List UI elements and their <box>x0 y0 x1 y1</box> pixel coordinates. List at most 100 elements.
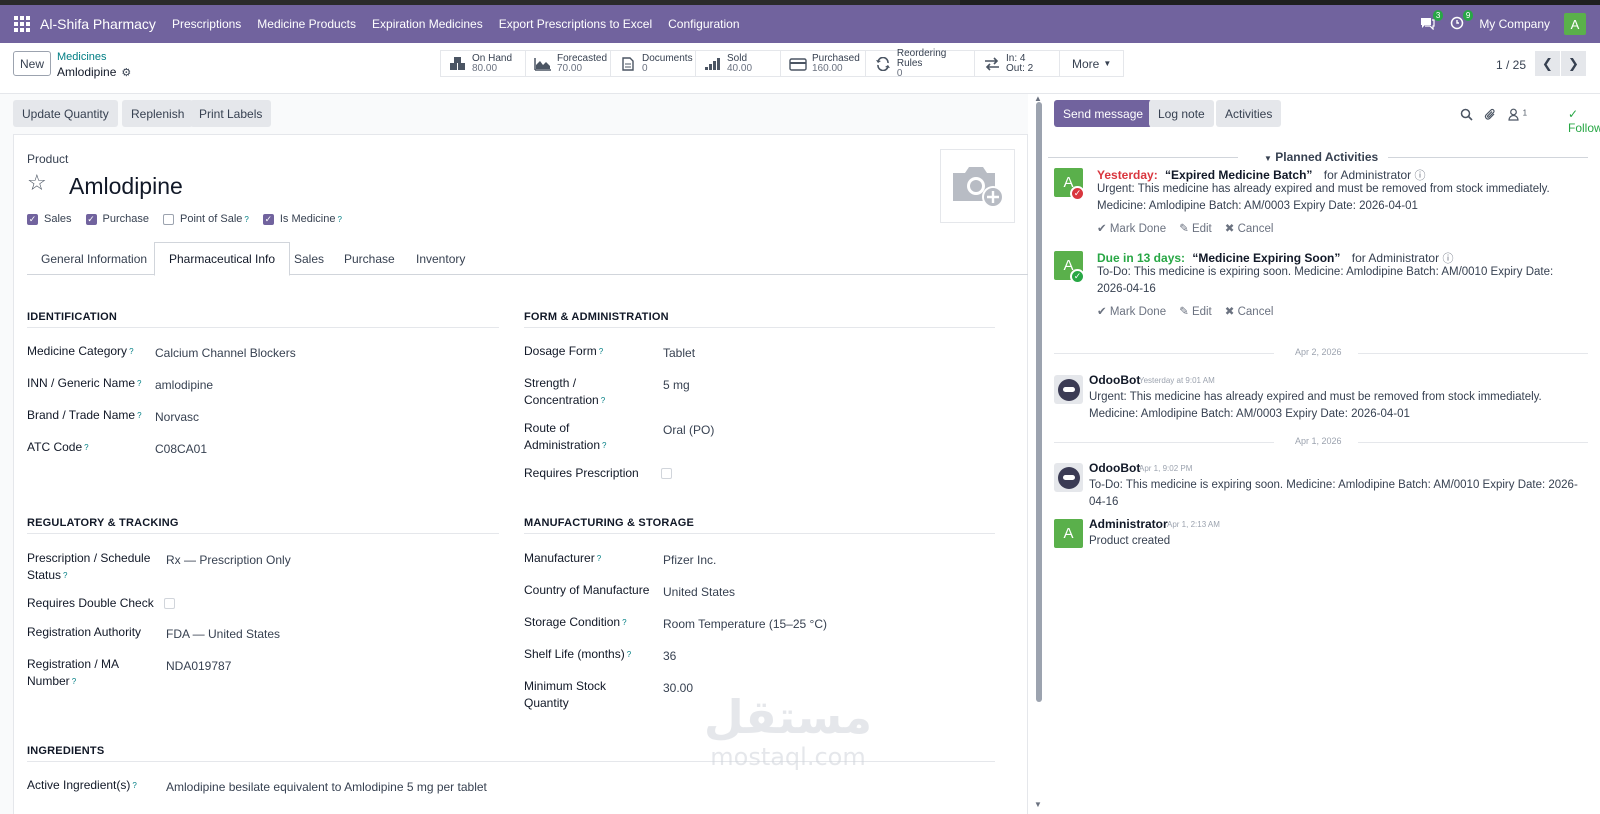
activities-button[interactable]: Activities <box>1216 100 1282 127</box>
checkbox-requires-prescription[interactable] <box>661 468 672 479</box>
odoobot-avatar <box>1054 375 1083 404</box>
checkbox-unchecked-icon <box>163 213 175 225</box>
planned-activities-header[interactable]: ▼ Planned Activities <box>1048 150 1588 164</box>
smart-button-forecasted[interactable]: Forecasted 70.00 <box>526 51 611 76</box>
breadcrumb-parent[interactable]: Medicines <box>57 51 107 63</box>
camera-plus-icon <box>952 167 1004 208</box>
odoobot-avatar <box>1054 463 1083 492</box>
smart-button-documents[interactable]: Documents 0 <box>611 51 696 76</box>
pager-next-button[interactable]: ❯ <box>1561 51 1586 76</box>
check-icon: ✓ <box>1568 107 1579 121</box>
menu-export-prescriptions[interactable]: Export Prescriptions to Excel <box>499 17 652 31</box>
smart-button-sold[interactable]: Sold 40.00 <box>696 51 781 76</box>
pager-value[interactable]: 1 / 25 <box>1496 58 1526 72</box>
activity-actions: ✔ Mark Done ✎ Edit ✖ Cancel <box>1097 304 1273 318</box>
reordering-rules-value: 0 <box>896 67 903 79</box>
checkbox-double-check[interactable] <box>164 598 175 609</box>
field-brand-name[interactable]: Norvasc <box>155 409 199 426</box>
field-label-active-ingredients: Active Ingredient(s)? <box>27 778 137 792</box>
log-note-button[interactable]: Log note <box>1149 100 1214 127</box>
update-quantity-button[interactable]: Update Quantity <box>13 100 118 127</box>
apps-menu-icon[interactable] <box>14 16 30 32</box>
checkbox-sales[interactable]: ✓ Sales <box>27 213 72 225</box>
favorite-star-icon[interactable]: ☆ <box>27 170 47 196</box>
field-medicine-category[interactable]: Calcium Channel Blockers <box>155 345 296 362</box>
app-name[interactable]: Al-Shifa Pharmacy <box>40 16 156 32</box>
menu-medicine-products[interactable]: Medicine Products <box>257 17 356 31</box>
help-icon[interactable]: ? <box>337 215 341 224</box>
tab-general-information[interactable]: General Information <box>27 242 161 275</box>
field-manufacturer[interactable]: Pfizer Inc. <box>663 552 716 569</box>
gear-icon[interactable]: ⚙ <box>121 66 131 79</box>
message-author[interactable]: OdooBot <box>1089 461 1140 475</box>
form-scrollbar[interactable] <box>1036 102 1042 702</box>
field-atc-code[interactable]: C08CA01 <box>155 441 207 458</box>
field-registration-authority[interactable]: FDA — United States <box>166 626 280 643</box>
company-switcher[interactable]: My Company <box>1479 17 1550 31</box>
product-image-placeholder[interactable] <box>940 149 1015 223</box>
tab-inventory[interactable]: Inventory <box>402 242 479 275</box>
edit-link[interactable]: ✎ Edit <box>1179 221 1212 235</box>
field-generic-name[interactable]: amlodipine <box>155 377 213 394</box>
checkbox-checked-icon: ✓ <box>27 213 38 225</box>
scroll-down-icon[interactable]: ▼ <box>1034 800 1042 809</box>
cubes-icon <box>449 56 467 71</box>
field-country[interactable]: United States <box>663 584 735 601</box>
field-dosage-form[interactable]: Tablet <box>663 345 695 362</box>
paperclip-icon[interactable] <box>1484 108 1497 124</box>
menu-configuration[interactable]: Configuration <box>668 17 739 31</box>
field-ma-number[interactable]: NDA019787 <box>166 658 231 675</box>
replenish-button[interactable]: Replenish <box>122 100 194 127</box>
checkbox-purchase-label: Purchase <box>102 213 150 225</box>
field-label-min-stock: Minimum Stock Quantity <box>524 679 607 710</box>
field-label-medicine-category: Medicine Category? <box>27 344 134 358</box>
field-label-brand-name: Brand / Trade Name? <box>27 408 142 422</box>
message-author[interactable]: Administrator <box>1089 517 1168 531</box>
smart-button-in-out[interactable]: In: 4 Out: 2 <box>975 51 1060 76</box>
field-storage-condition[interactable]: Room Temperature (15–25 °C) <box>663 616 827 633</box>
messages-icon[interactable]: 3 <box>1419 10 1444 32</box>
smart-button-purchased[interactable]: Purchased 160.00 <box>781 51 866 76</box>
field-shelf-life[interactable]: 36 <box>663 648 676 665</box>
tab-pharmaceutical-info[interactable]: Pharmaceutical Info <box>154 242 291 276</box>
product-name[interactable]: Amlodipine <box>69 173 183 200</box>
menu-prescriptions[interactable]: Prescriptions <box>172 17 241 31</box>
scroll-up-icon[interactable]: ▲ <box>1034 94 1042 103</box>
search-icon[interactable] <box>1460 108 1473 124</box>
more-label: More <box>1072 56 1100 71</box>
forecasted-label: Forecasted <box>557 52 608 64</box>
mostaql-watermark: مستقل mostaql.com <box>703 690 873 771</box>
send-message-button[interactable]: Send message <box>1054 100 1153 127</box>
smart-button-on-hand[interactable]: On Hand 80.00 <box>441 51 526 76</box>
edit-link[interactable]: ✎ Edit <box>1179 304 1212 318</box>
field-strength[interactable]: 5 mg <box>663 377 690 394</box>
user-avatar[interactable]: A <box>1564 13 1586 35</box>
tab-purchase[interactable]: Purchase <box>330 242 409 275</box>
checkbox-is-medicine[interactable]: ✓ Is Medicine? <box>262 213 342 225</box>
following-toggle[interactable]: ✓ Following <box>1568 107 1600 135</box>
followers-icon[interactable]: 1 <box>1508 108 1527 124</box>
mark-done-link[interactable]: ✔ Mark Done <box>1097 221 1166 235</box>
field-label-atc-code: ATC Code? <box>27 440 89 454</box>
credit-card-icon <box>789 57 807 71</box>
activities-clock-icon[interactable]: 9 <box>1449 10 1474 32</box>
pager-previous-button[interactable]: ❮ <box>1535 51 1560 76</box>
print-labels-button[interactable]: Print Labels <box>190 100 272 127</box>
menu-expiration-medicines[interactable]: Expiration Medicines <box>372 17 483 31</box>
purchased-label: Purchased <box>812 52 860 64</box>
field-schedule-status[interactable]: Rx — Prescription Only <box>166 552 291 569</box>
activity-description: To-Do: This medicine is expiring soon. M… <box>1097 266 1554 295</box>
smart-button-reordering-rules[interactable]: Reordering Rules 0 <box>866 48 975 79</box>
cancel-link[interactable]: ✖ Cancel <box>1225 304 1274 318</box>
mark-done-link[interactable]: ✔ Mark Done <box>1097 304 1166 318</box>
field-route[interactable]: Oral (PO) <box>663 422 714 439</box>
field-active-ingredients[interactable]: Amlodipine besilate equivalent to Amlodi… <box>166 779 487 796</box>
checkbox-point-of-sale[interactable]: Point of Sale? <box>163 213 249 225</box>
checkbox-purchase[interactable]: ✓ Purchase <box>85 213 150 225</box>
purchased-value: 160.00 <box>812 62 843 74</box>
new-button[interactable]: New <box>13 51 51 76</box>
help-icon[interactable]: ? <box>244 215 248 224</box>
more-dropdown[interactable]: More ▼ <box>1060 51 1123 76</box>
cancel-link[interactable]: ✖ Cancel <box>1225 221 1274 235</box>
message-author[interactable]: OdooBot <box>1089 373 1140 387</box>
